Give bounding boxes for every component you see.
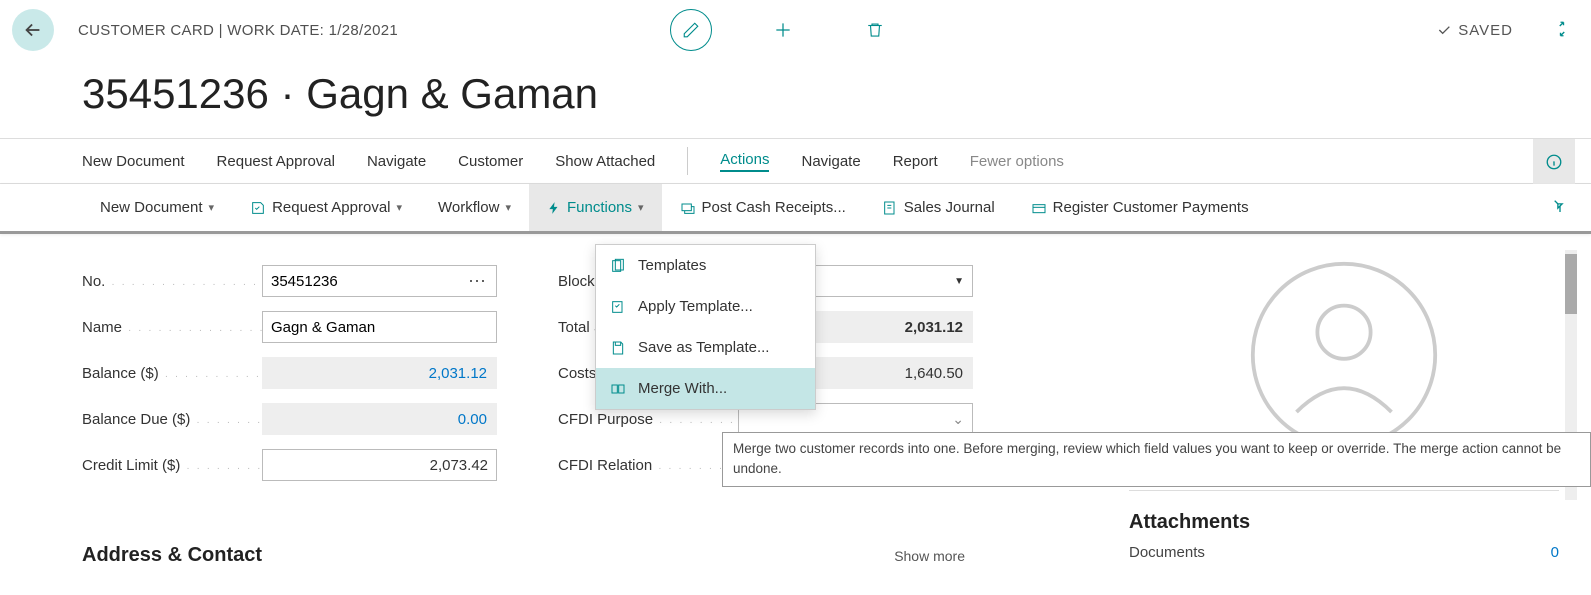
label-no: No.	[82, 273, 262, 290]
journal-icon	[882, 200, 898, 216]
chevron-down-icon: ▾	[505, 201, 511, 214]
menu-separator	[687, 147, 688, 175]
delete-button[interactable]	[854, 9, 896, 51]
lightning-icon	[547, 201, 561, 215]
menu-new-document[interactable]: New Document	[82, 153, 185, 170]
menu-actions[interactable]: Actions	[720, 151, 769, 172]
chevron-down-icon: ▾	[209, 201, 215, 214]
pin-icon[interactable]	[1551, 197, 1569, 218]
dropdown-templates[interactable]: Templates	[596, 245, 815, 286]
actionbar: New Document▾ Request Approval▾ Workflow…	[0, 184, 1591, 234]
field-balance[interactable]: 2,031.12	[262, 357, 497, 389]
templates-icon	[610, 258, 628, 274]
label-credit-limit: Credit Limit ($)	[82, 457, 262, 474]
chevron-down-icon: ▾	[638, 201, 644, 214]
form-left-column: No. ⋯ Name Balance ($) 2,031.12 Balance …	[82, 264, 502, 494]
action-sales-journal[interactable]: Sales Journal	[864, 184, 1013, 231]
back-button[interactable]	[12, 9, 54, 51]
menu-fewer-options[interactable]: Fewer options	[970, 153, 1064, 170]
documents-count[interactable]: 0	[1551, 544, 1559, 561]
apply-template-icon	[610, 299, 628, 315]
action-new-document[interactable]: New Document▾	[82, 184, 232, 231]
input-no[interactable]	[271, 273, 468, 290]
saved-indicator: SAVED	[1436, 22, 1513, 39]
menu-show-attached[interactable]: Show Attached	[555, 153, 655, 170]
chevron-down-icon: ▾	[397, 201, 403, 214]
menu-report[interactable]: Report	[893, 153, 938, 170]
action-request-approval[interactable]: Request Approval▾	[232, 184, 420, 231]
menu-navigate-2[interactable]: Navigate	[801, 153, 860, 170]
label-name: Name	[82, 319, 262, 336]
label-cfdi-relation: CFDI Relation	[558, 457, 738, 474]
action-workflow[interactable]: Workflow▾	[420, 184, 529, 231]
dropdown-merge-with[interactable]: Merge With...	[596, 368, 815, 409]
merge-icon	[610, 381, 628, 397]
label-balance-due: Balance Due ($)	[82, 411, 262, 428]
action-functions[interactable]: Functions▾	[529, 184, 662, 231]
scrollbar-thumb[interactable]	[1565, 254, 1577, 314]
save-icon	[610, 340, 628, 356]
action-register-payments[interactable]: Register Customer Payments	[1013, 184, 1267, 231]
customer-avatar	[1249, 260, 1439, 450]
menu-request-approval[interactable]: Request Approval	[217, 153, 335, 170]
info-icon[interactable]	[1533, 139, 1575, 185]
field-balance-due[interactable]: 0.00	[262, 403, 497, 435]
input-name[interactable]	[271, 319, 488, 336]
page-title: 35451236 · Gagn & Gaman	[0, 60, 1591, 138]
action-post-cash-receipts[interactable]: Post Cash Receipts...	[662, 184, 864, 231]
label-cfdi-purpose: CFDI Purpose	[558, 411, 738, 428]
field-credit-limit[interactable]: 2,073.42	[262, 449, 497, 481]
edit-button[interactable]	[670, 9, 712, 51]
cash-icon	[680, 200, 696, 216]
breadcrumb: CUSTOMER CARD | WORK DATE: 1/28/2021	[78, 22, 398, 39]
field-no[interactable]: ⋯	[262, 265, 497, 297]
dropdown-arrow-icon: ▼	[954, 276, 964, 287]
section-address-contact[interactable]: Address & Contact	[82, 544, 262, 567]
lookup-icon[interactable]: ⋯	[468, 271, 488, 292]
menubar: New Document Request Approval Navigate C…	[0, 138, 1591, 184]
factbox-pane: Attachments Documents 0	[1129, 260, 1559, 561]
dropdown-apply-template[interactable]: Apply Template...	[596, 286, 815, 327]
functions-dropdown: Templates Apply Template... Save as Temp…	[595, 244, 816, 410]
label-balance: Balance ($)	[82, 365, 262, 382]
attachments-title: Attachments	[1129, 490, 1559, 534]
new-button[interactable]	[762, 9, 804, 51]
menu-navigate[interactable]: Navigate	[367, 153, 426, 170]
chevron-down-icon: ⌄	[952, 411, 964, 428]
show-more-link[interactable]: Show more	[894, 548, 965, 564]
approval-icon	[250, 200, 266, 216]
field-name[interactable]	[262, 311, 497, 343]
merge-tooltip: Merge two customer records into one. Bef…	[722, 432, 1591, 487]
menu-customer[interactable]: Customer	[458, 153, 523, 170]
documents-label: Documents	[1129, 544, 1205, 561]
dropdown-save-template[interactable]: Save as Template...	[596, 327, 815, 368]
payments-icon	[1031, 200, 1047, 216]
collapse-icon[interactable]	[1553, 20, 1571, 41]
